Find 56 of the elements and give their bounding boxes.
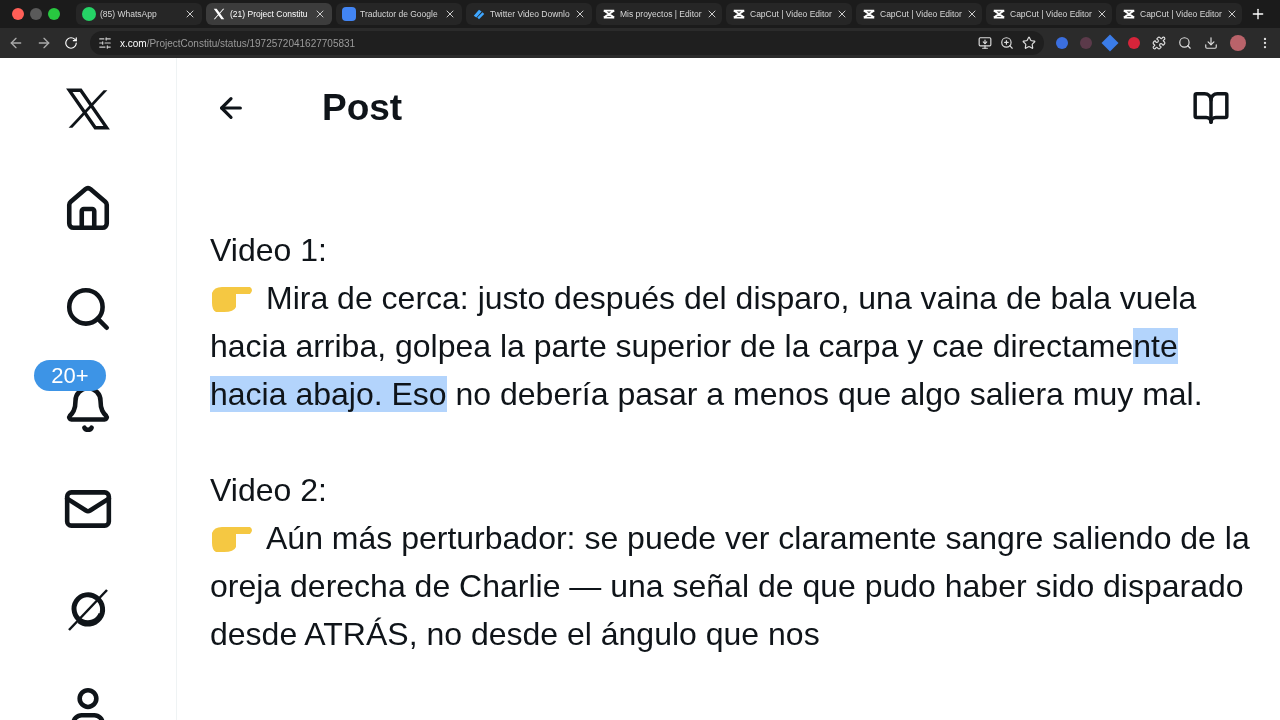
extensions-icon[interactable] [1152, 36, 1166, 50]
zoom-icon[interactable] [1000, 36, 1014, 50]
close-tab-icon[interactable] [314, 8, 326, 20]
tab-title: Mis proyectos | Editor [620, 7, 702, 21]
capcut-icon [732, 7, 746, 21]
page-title: Post [322, 86, 404, 131]
install-icon[interactable] [978, 36, 992, 50]
profile-avatar[interactable] [1230, 35, 1246, 51]
tab-title: CapCut | Video Editor [1140, 7, 1222, 21]
address-field[interactable]: x.com/ProjectConstitu/status/1972572041627705831 [90, 31, 1044, 55]
tab-title: (85) WhatsApp [100, 7, 158, 21]
back-icon[interactable] [8, 35, 24, 51]
close-tab-icon[interactable] [184, 8, 196, 20]
capcut-icon [1122, 7, 1136, 21]
tab-search-icon[interactable] [1178, 36, 1192, 50]
tab-title: Twitter Video Downlo [490, 7, 570, 21]
new-tab-icon[interactable] [1250, 6, 1266, 22]
url-text: x.com/ProjectConstitu/status/1972572041627705831 [120, 36, 357, 51]
browser-tab[interactable]: CapCut | Video Editor [1116, 3, 1242, 25]
site-settings-icon[interactable] [98, 36, 112, 50]
extension-icon[interactable] [1128, 37, 1140, 49]
book-icon[interactable] [1192, 89, 1230, 127]
tab-title: Traductor de Google [360, 7, 439, 21]
close-tab-icon[interactable] [444, 8, 456, 20]
capcut-icon [992, 7, 1006, 21]
tab-title: CapCut | Video Editor [750, 7, 832, 21]
browser-tab[interactable]: (85) WhatsApp [76, 3, 202, 25]
capcut-icon [602, 7, 616, 21]
browser-tab[interactable]: CapCut | Video Editor [856, 3, 982, 25]
reload-icon[interactable] [64, 36, 78, 50]
browser-tab[interactable]: Twitter Video Downlo [466, 3, 592, 25]
forward-icon[interactable] [36, 35, 52, 51]
translate-icon [342, 7, 356, 21]
maximize-window-icon[interactable] [48, 8, 60, 20]
browser-tab[interactable]: (21) Project Constitu [206, 3, 332, 25]
close-tab-icon[interactable] [574, 8, 586, 20]
tab-title: (21) Project Constitu [230, 7, 309, 21]
extension-icon[interactable] [1056, 37, 1068, 49]
minimize-window-icon[interactable] [30, 8, 42, 20]
browser-tab[interactable]: Traductor de Google [336, 3, 462, 25]
browser-tab[interactable]: CapCut | Video Editor [726, 3, 852, 25]
tab-title: CapCut | Video Editor [880, 7, 962, 21]
notification-badge: 20+ [34, 360, 106, 391]
bookmark-star-icon[interactable] [1022, 36, 1036, 50]
section-label: Video 1: [210, 231, 328, 270]
close-window-icon[interactable] [12, 8, 24, 20]
download-icon[interactable] [1204, 36, 1218, 50]
section-label: Video 2: [210, 471, 328, 510]
browser-tab[interactable]: CapCut | Video Editor [986, 3, 1112, 25]
post-paragraph: Aún más perturbador: se puede ver claramente sangre saliendo de la oreja derecha de Charlie — una señal de que pudo haber sido disparado desde ATRÁS, no desde el ángulo que nos [210, 519, 1250, 654]
capcut-icon [862, 7, 876, 21]
chat-icon [82, 7, 96, 21]
browser-tab[interactable]: Mis proyectos | Editor [596, 3, 722, 25]
tab-title: CapCut | Video Editor [1010, 7, 1092, 21]
x-logo-icon [212, 7, 226, 21]
ribbon-icon [472, 7, 486, 21]
